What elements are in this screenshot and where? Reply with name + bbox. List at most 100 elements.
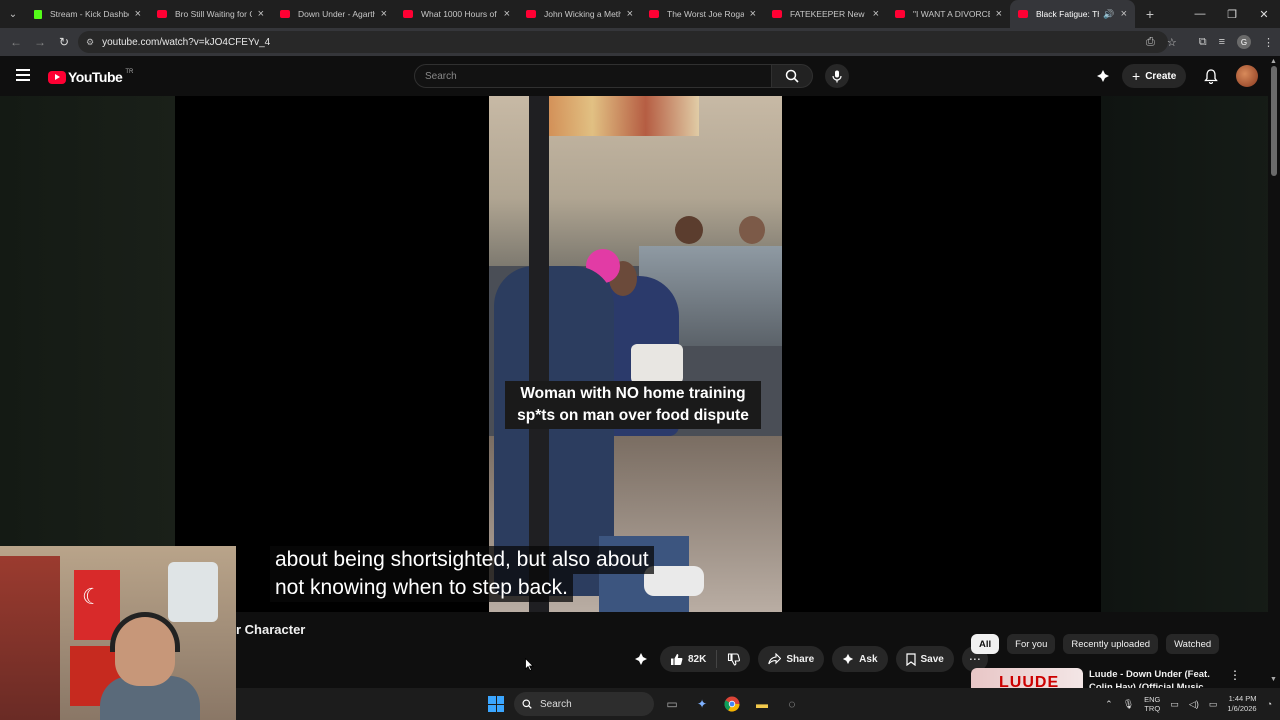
bookmark-star-icon[interactable]: ☆ (1167, 36, 1177, 49)
video-frame[interactable] (489, 96, 782, 612)
close-tab-icon[interactable]: × (873, 8, 879, 20)
recommendation-thumbnail[interactable]: LUUDE (971, 668, 1083, 688)
close-tab-icon[interactable]: × (627, 8, 633, 20)
ask-button[interactable]: Ask (832, 646, 888, 672)
scroll-up-arrow-icon[interactable]: ▲ (1270, 58, 1277, 65)
profile-avatar[interactable]: G (1237, 35, 1251, 49)
restore-button[interactable]: ❐ (1216, 0, 1248, 28)
close-tab-icon[interactable]: × (996, 8, 1002, 20)
browser-tab[interactable]: Black Fatigue: The 🔊 × (1010, 0, 1135, 28)
taskbar-search-icon (522, 699, 532, 709)
tab-audio-icon[interactable]: 🔊 (1103, 9, 1114, 20)
new-tab-button[interactable]: + (1135, 6, 1165, 22)
chrome-icon[interactable] (720, 692, 744, 716)
browser-tab[interactable]: "I WANT A DIVORCE" × (887, 0, 1010, 28)
taskbar-search[interactable]: Search (514, 692, 654, 716)
close-tab-icon[interactable]: × (135, 8, 141, 20)
close-tab-icon[interactable]: × (381, 8, 387, 20)
copilot-icon[interactable]: ✦ (690, 692, 714, 716)
recommendation-menu-icon[interactable]: ⋮ (1229, 668, 1241, 682)
create-button[interactable]: + Create (1122, 64, 1187, 88)
share-label: Share (786, 653, 815, 665)
like-button[interactable]: 82K (660, 650, 718, 668)
youtube-wordmark: YouTube (68, 69, 123, 85)
filter-chip[interactable]: For you (1007, 634, 1056, 654)
filter-chip[interactable]: Watched (1166, 634, 1220, 654)
save-button[interactable]: Save (895, 646, 954, 672)
file-explorer-icon[interactable]: ▬ (750, 692, 774, 716)
scrollbar-thumb[interactable] (1271, 66, 1277, 176)
tray-overflow-chevron-icon[interactable]: ⌃ (1105, 699, 1113, 710)
browser-menu-icon[interactable]: ⋮ (1263, 36, 1274, 49)
tab-list: Stream - Kick Dashboard×Bro Still Waitin… (26, 0, 1135, 28)
search-input[interactable]: Search (414, 64, 772, 88)
reload-button[interactable]: ↻ (52, 35, 76, 49)
share-arrow-icon (768, 653, 782, 665)
page-scrollbar[interactable]: ▲ ▼ (1268, 56, 1280, 688)
address-bar[interactable]: ⚙ youtube.com/watch?v=kJO4CFEYv_4 (78, 31, 1168, 53)
account-avatar[interactable] (1236, 65, 1259, 87)
search-button[interactable] (771, 64, 813, 88)
browser-tab[interactable]: FATEKEEPER New Gam × (764, 0, 887, 28)
share-button[interactable]: Share (758, 646, 825, 672)
minimize-button[interactable]: — (1184, 0, 1216, 28)
youtube-header: YouTube TR Search + Create (0, 56, 1280, 96)
back-button[interactable]: ← (4, 35, 28, 49)
browser-tab[interactable]: The Worst Joe Rogan × (641, 0, 764, 28)
tab-media-icon[interactable]: ≡ (1219, 36, 1225, 48)
youtube-favicon-icon (649, 10, 659, 18)
close-tab-icon[interactable]: × (258, 8, 264, 20)
url-text: youtube.com/watch?v=kJO4CFEYv_4 (102, 36, 271, 48)
network-icon[interactable]: ▭ (1170, 699, 1179, 710)
close-tab-icon[interactable]: × (1121, 8, 1127, 20)
forward-button[interactable]: → (28, 35, 52, 49)
windows-start-icon[interactable] (488, 696, 504, 712)
tab-search-chevron-icon[interactable]: ⌄ (0, 0, 26, 28)
webcam-rug (0, 556, 60, 720)
recommendation-title[interactable]: Luude - Down Under (Feat. Colin Hay) (Of… (1089, 668, 1229, 688)
browser-tab[interactable]: What 1000 Hours of R × (395, 0, 518, 28)
volume-icon[interactable]: ◁) (1189, 699, 1199, 710)
tab-title: Stream - Kick Dashboard (50, 9, 129, 19)
tray-microphone-icon[interactable]: 🎙 (1123, 699, 1134, 710)
tab-title: Black Fatigue: The (1036, 9, 1099, 19)
system-clock[interactable]: 1:44 PM 1/6/2026 (1227, 694, 1256, 714)
browser-tab[interactable]: John Wicking a Meth × (518, 0, 641, 28)
sparkle-chat-icon[interactable] (1096, 69, 1110, 83)
scroll-down-arrow-icon[interactable]: ▼ (1270, 676, 1277, 683)
recording-app-icon[interactable]: ◌ (780, 692, 804, 716)
battery-icon[interactable]: ▭ (1209, 699, 1218, 710)
dislike-button[interactable] (717, 652, 750, 666)
notifications-bell-icon[interactable] (1204, 68, 1219, 84)
browser-tab[interactable]: Down Under - Agartha × (272, 0, 395, 28)
close-window-button[interactable]: ✕ (1248, 0, 1280, 28)
task-view-icon[interactable]: ▭ (660, 692, 684, 716)
video-overlay-text: Woman with NO home training sp*ts on man… (505, 381, 761, 429)
close-tab-icon[interactable]: × (504, 8, 510, 20)
thumbs-down-icon (728, 652, 741, 666)
voice-search-button[interactable] (825, 64, 849, 88)
filter-chip[interactable]: Recently uploaded (1063, 634, 1159, 654)
menu-hamburger-icon[interactable] (16, 69, 30, 81)
youtube-play-icon (48, 70, 66, 84)
install-app-icon[interactable]: ⎙ (1146, 36, 1155, 49)
youtube-logo[interactable]: YouTube TR (48, 69, 133, 85)
extensions-icon[interactable]: ⧉ (1199, 36, 1207, 49)
site-info-icon[interactable]: ⚙ (86, 37, 94, 48)
taskbar-search-label: Search (540, 698, 572, 710)
caption-line-1: about being shortsighted, but also about (270, 546, 654, 574)
tab-title: What 1000 Hours of R (421, 9, 498, 19)
browser-tab[interactable]: Bro Still Waiting for G × (149, 0, 272, 28)
youtube-favicon-icon (895, 10, 905, 18)
filter-chip[interactable]: All (971, 634, 1000, 654)
youtube-favicon-icon (526, 10, 536, 18)
close-tab-icon[interactable]: × (750, 8, 756, 20)
language-indicator[interactable]: ENG TRQ (1144, 695, 1160, 713)
ai-summary-button[interactable] (630, 648, 652, 670)
notification-center-icon[interactable]: ◔ (1267, 699, 1272, 709)
youtube-favicon-icon (403, 10, 413, 18)
like-dislike-group: 82K (660, 646, 751, 672)
tab-title: John Wicking a Meth (544, 9, 621, 19)
browser-toolbar: ← → ↻ ⚙ youtube.com/watch?v=kJO4CFEYv_4 … (0, 28, 1280, 56)
browser-tab[interactable]: Stream - Kick Dashboard × (26, 0, 149, 28)
